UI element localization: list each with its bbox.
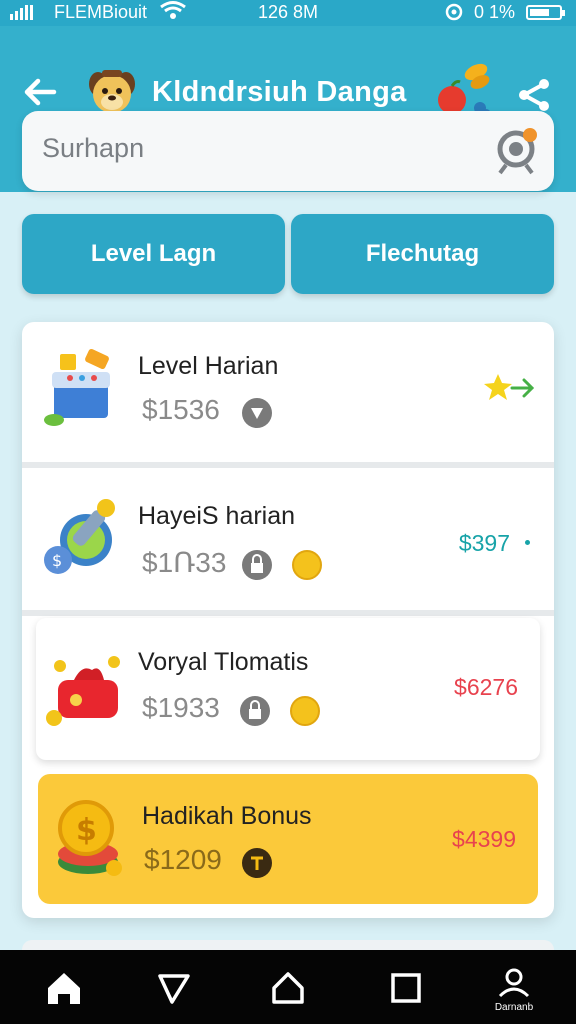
dot-indicator (525, 540, 530, 545)
item-name: Voryal Tlomatis (138, 648, 309, 676)
list-item[interactable]: Voryal Tlomatis $1933 $6276 (36, 618, 540, 760)
item-value: $6276 (454, 674, 518, 700)
list-item-highlighted[interactable]: $ Hadikah Bonus $1209 $4399 (38, 774, 538, 904)
item-price: $1536 (142, 394, 220, 425)
tab-second[interactable]: Flechutag (291, 214, 554, 294)
wallet-icon (40, 648, 124, 732)
signal-icon (10, 5, 33, 20)
item-name: Level Harian (138, 352, 279, 380)
profile-label: Darnanb (494, 1002, 534, 1013)
battery-icon (526, 5, 565, 20)
item-value: $397 (458, 530, 510, 556)
search-input[interactable]: Surhapn (42, 133, 144, 164)
lock-badge-icon (242, 550, 272, 580)
navigate-icon[interactable] (154, 968, 194, 1008)
reward-list-card: Level Harian $1536 $ HayeiS harian $1Ռ33 (22, 322, 554, 918)
list-item[interactable]: Level Harian $1536 (22, 322, 554, 468)
battery-percent-text: 0 1% (474, 2, 516, 22)
tab-level[interactable]: Level Lagn (22, 214, 285, 294)
share-icon[interactable] (516, 76, 554, 114)
coin-icon (290, 696, 320, 726)
lock-badge-icon (240, 696, 270, 726)
camera-search-icon[interactable] (494, 125, 542, 175)
wifi-icon (160, 0, 186, 27)
coin-stack-icon: $ (48, 796, 132, 880)
item-price: $1933 (142, 692, 220, 723)
item-value: $4399 (452, 826, 516, 852)
item-price: $1Ռ33 (142, 547, 227, 578)
home-outline-icon[interactable] (268, 968, 308, 1008)
svg-text:$: $ (76, 813, 97, 848)
item-price: $1209 (144, 844, 222, 875)
status-bar: FLEMBiouit 126 8M 0 1% (0, 0, 576, 26)
search-bar[interactable]: Surhapn (22, 111, 554, 191)
alarm-icon (444, 2, 464, 27)
coin-icon (292, 550, 322, 580)
gift-box-icon (40, 348, 124, 432)
coin-badge-icon (242, 848, 272, 878)
item-name: Hadikah Bonus (142, 802, 312, 830)
item-name: HayeiS harian (138, 502, 296, 530)
clock-text: 126 8M (258, 2, 319, 22)
key-icon: $ (40, 496, 124, 580)
profile-icon[interactable] (494, 964, 534, 1004)
tab-bar: Level Lagn Flechutag (22, 214, 554, 294)
star-arrow-icon[interactable] (484, 372, 536, 404)
shield-badge-icon (242, 398, 272, 428)
home-icon[interactable] (44, 968, 84, 1008)
bottom-navigation: Darnanb (0, 950, 576, 1024)
recent-apps-icon[interactable] (386, 968, 426, 1008)
back-arrow-icon[interactable] (20, 72, 60, 112)
carrier-text: FLEMBiouit (54, 2, 148, 22)
svg-text:$: $ (52, 551, 62, 570)
list-item[interactable]: $ HayeiS harian $1Ռ33 $397 (22, 468, 554, 616)
page-title: Kldndrsiuh Danga (152, 76, 407, 108)
